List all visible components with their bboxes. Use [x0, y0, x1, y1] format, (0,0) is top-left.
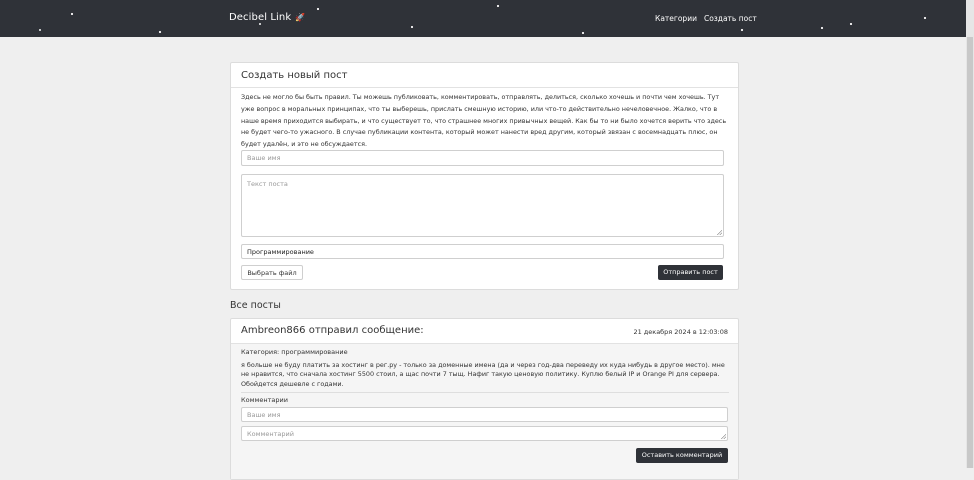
divider	[231, 87, 738, 88]
resize-handle-icon[interactable]	[721, 434, 726, 439]
rocket-icon: 🚀	[295, 13, 306, 22]
resize-handle-icon[interactable]	[717, 230, 722, 235]
nav-link-create-post[interactable]: Создать пост	[704, 14, 757, 23]
create-post-card: Создать новый пост Здесь не могло бы быт…	[230, 62, 739, 290]
rules-description: Здесь не могло бы быть правил. Ты можешь…	[241, 93, 727, 149]
page-scrollbar[interactable]	[966, 0, 974, 468]
comments-heading: Комментарии	[241, 396, 288, 404]
comment-name-input[interactable]: Ваше имя	[241, 407, 728, 422]
all-posts-heading: Все посты	[230, 300, 281, 311]
post-category: Категория: программирование	[241, 348, 348, 356]
scrollbar-thumb[interactable]	[967, 37, 973, 468]
post-text-placeholder: Текст поста	[247, 180, 288, 188]
brand-name[interactable]: Decibel Link	[229, 12, 291, 23]
post-author: Ambreon866 отправил сообщение:	[241, 325, 424, 336]
create-post-title: Создать новый пост	[241, 70, 348, 81]
post-date: 21 декабря 2024 в 12:03:08	[633, 328, 728, 336]
post-text: я больше не буду платить за хостинг в ре…	[241, 361, 725, 388]
nav-link-categories[interactable]: Категории	[655, 14, 697, 23]
submit-post-button[interactable]: Отправить пост	[658, 265, 723, 280]
choose-file-button[interactable]: Выбрать файл	[241, 265, 303, 280]
category-select[interactable]: Программирование	[241, 244, 724, 259]
post-header: Ambreon866 отправил сообщение: 21 декабр…	[231, 319, 738, 344]
post-card: Ambreon866 отправил сообщение: 21 декабр…	[230, 318, 739, 480]
comment-textarea[interactable]: Комментарий	[241, 426, 728, 441]
comment-placeholder: Комментарий	[247, 430, 294, 438]
post-body: Категория: программирование я больше не …	[231, 344, 738, 479]
leave-comment-button[interactable]: Оставить комментарий	[636, 448, 728, 463]
brand-logo[interactable]: Decibel Link 🚀	[229, 12, 305, 23]
top-navbar: Decibel Link 🚀 Категории Создать пост	[0, 0, 966, 37]
author-name-input[interactable]: Ваше имя	[241, 150, 724, 166]
post-text-textarea[interactable]: Текст поста	[241, 174, 724, 237]
divider	[241, 392, 729, 393]
nav-links: Категории Создать пост	[655, 14, 764, 23]
